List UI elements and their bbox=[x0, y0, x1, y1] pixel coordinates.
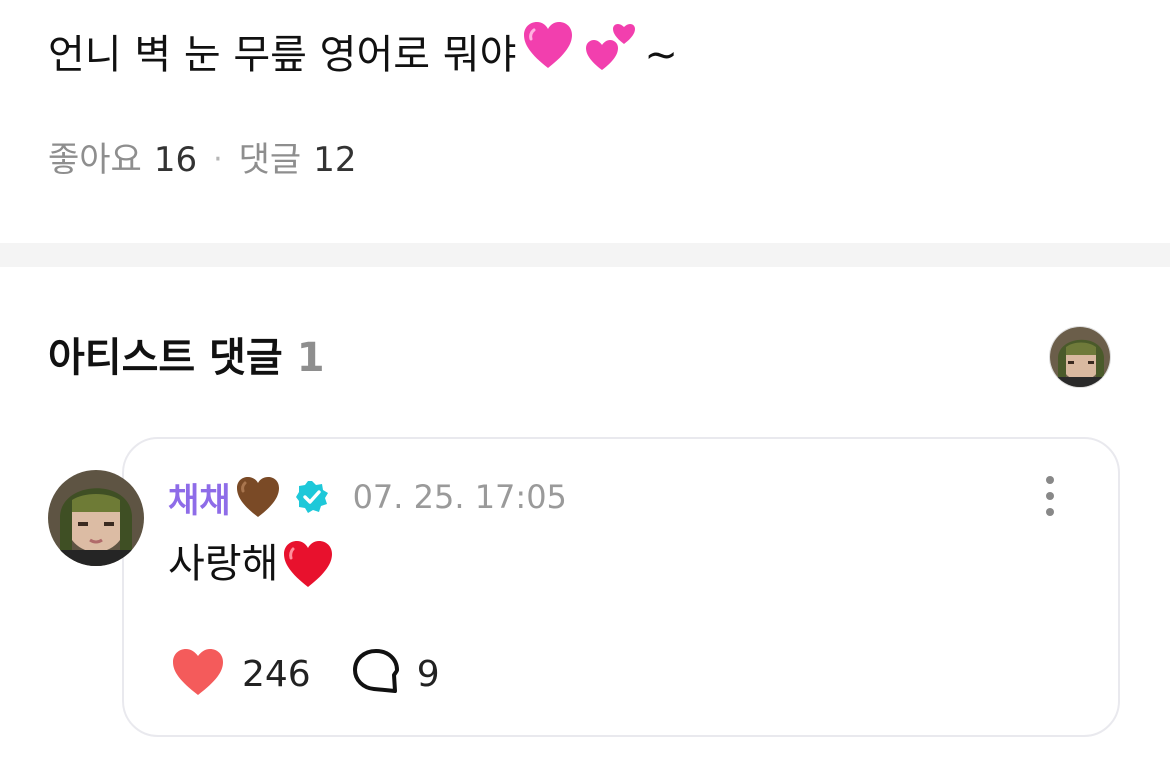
heart-icon bbox=[170, 646, 226, 702]
post-text: 언니 벽 눈 무릎 영어로 뭐야 bbox=[48, 31, 517, 78]
artist-avatar[interactable] bbox=[1049, 326, 1111, 388]
post-stats: 좋아요 16 · 댓글 12 bbox=[48, 138, 356, 182]
comments-label[interactable]: 댓글 bbox=[239, 138, 302, 182]
page: 언니 벽 눈 무릎 영어로 뭐야 ~ 좋아요 16 · 댓글 12 아티스트 댓… bbox=[0, 0, 1170, 769]
more-dot-icon bbox=[1046, 476, 1054, 484]
comment-meta: 채채 07. 25. 17:05 bbox=[168, 472, 567, 522]
more-dot-icon bbox=[1046, 508, 1054, 516]
comment-author-avatar[interactable] bbox=[48, 470, 144, 566]
verified-badge-icon bbox=[295, 480, 329, 514]
like-count: 246 bbox=[242, 653, 311, 695]
growing-heart-emoji bbox=[520, 18, 576, 91]
likes-count: 16 bbox=[153, 140, 198, 180]
more-dot-icon bbox=[1046, 492, 1054, 500]
comment-text: 사랑해 bbox=[168, 536, 336, 592]
post-emojis bbox=[520, 18, 638, 91]
like-button[interactable]: 246 bbox=[170, 646, 311, 702]
section-divider bbox=[0, 243, 1170, 267]
artist-comments-header: 아티스트 댓글 1 bbox=[48, 330, 325, 386]
artist-comments-title: 아티스트 댓글 bbox=[48, 335, 283, 381]
post-body: 언니 벽 눈 무릎 영어로 뭐야 ~ bbox=[48, 18, 678, 91]
comment-text-body: 사랑해 bbox=[168, 541, 279, 587]
two-hearts-emoji bbox=[582, 18, 638, 91]
brown-heart-emoji bbox=[233, 472, 283, 522]
artist-comments-count: 1 bbox=[296, 335, 325, 381]
more-options-button[interactable] bbox=[1030, 474, 1070, 518]
post-text-suffix: ~ bbox=[644, 31, 678, 78]
comments-count: 12 bbox=[313, 140, 357, 180]
likes-label[interactable]: 좋아요 bbox=[48, 138, 142, 182]
comment-actions: 246 9 bbox=[170, 646, 440, 702]
comment-author-name[interactable]: 채채 bbox=[168, 473, 231, 522]
speech-bubble-icon bbox=[351, 647, 401, 701]
reply-button[interactable]: 9 bbox=[351, 647, 440, 701]
reply-count: 9 bbox=[416, 653, 440, 695]
red-heart-emoji bbox=[280, 536, 336, 592]
comment-timestamp: 07. 25. 17:05 bbox=[352, 478, 567, 516]
stats-separator: · bbox=[213, 142, 223, 177]
